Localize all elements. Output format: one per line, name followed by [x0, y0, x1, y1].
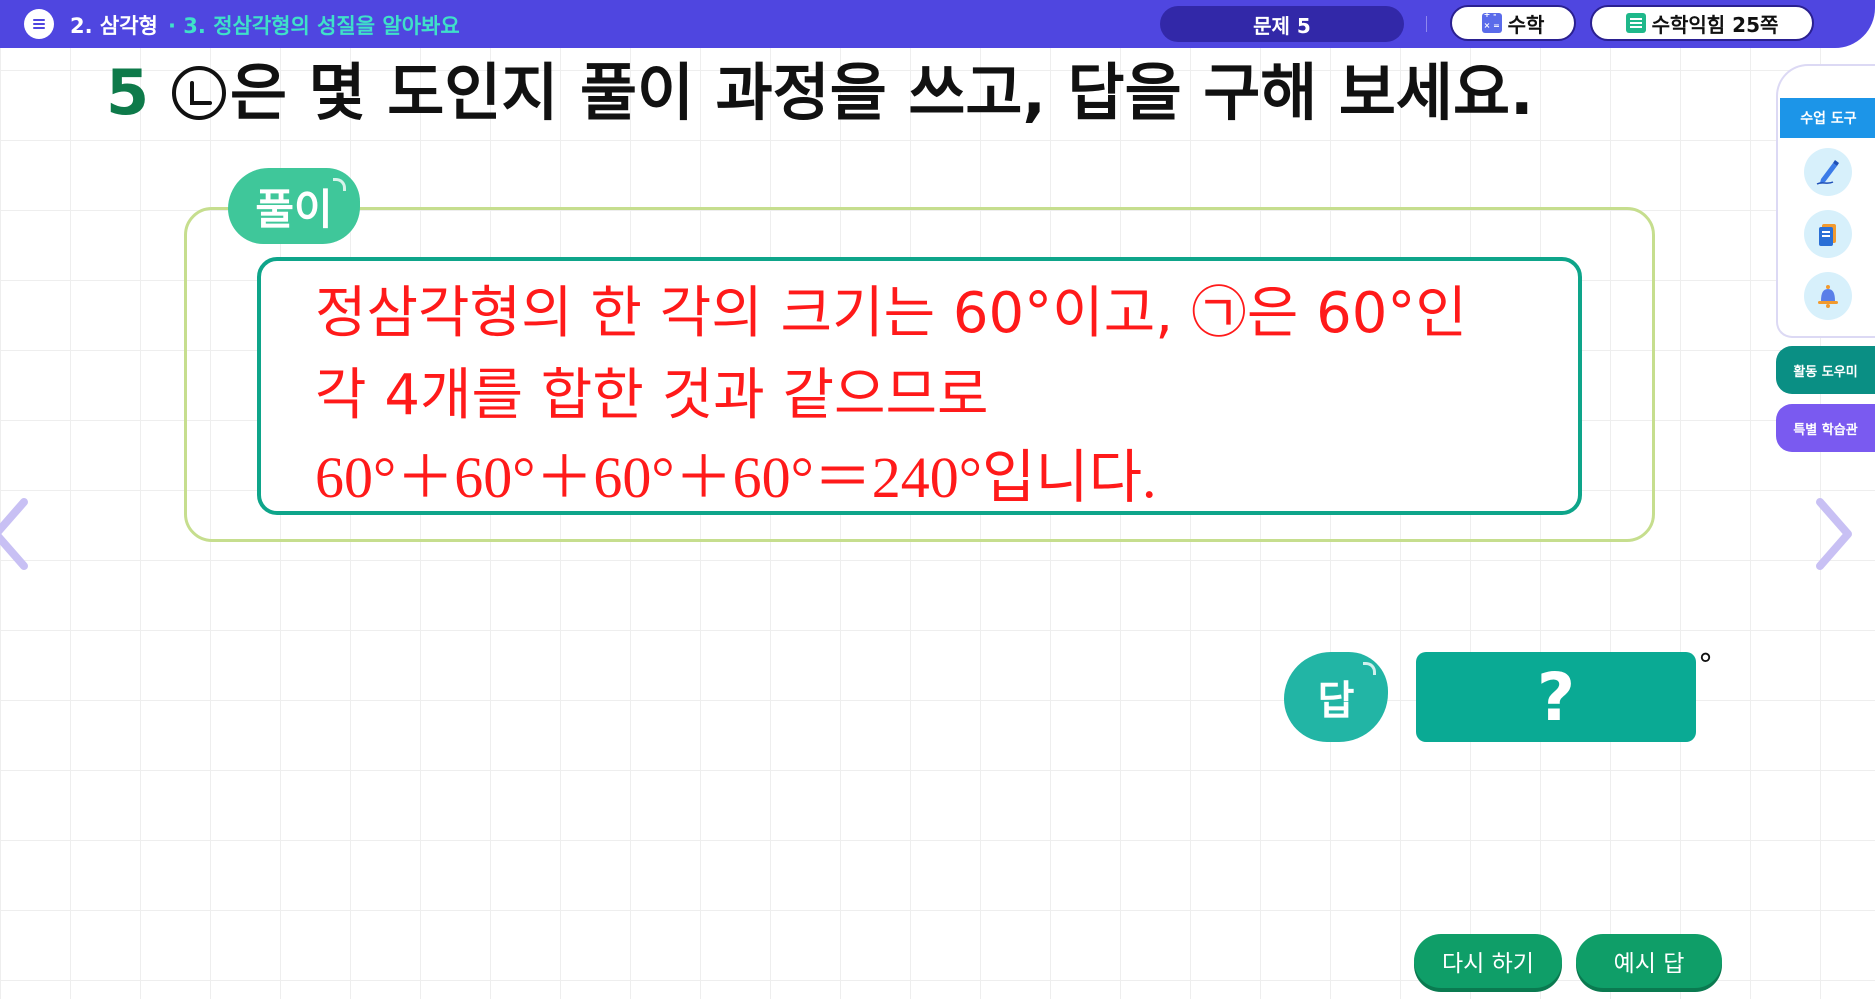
subject-button[interactable]: 수학: [1450, 5, 1576, 41]
solution-box[interactable]: 정삼각형의 한 각의 크기는 60°이고, ㉠은 60°인 각 4개를 합한 것…: [257, 257, 1582, 515]
menu-icon: [33, 19, 45, 29]
pen-tool-button[interactable]: [1804, 148, 1852, 196]
breadcrumb-lesson: · 3. 정삼각형의 성질을 알아봐요: [168, 14, 460, 38]
solution-line-2: 각 4개를 합한 것과 같으므로: [315, 363, 989, 428]
solution-badge: 풀이: [228, 168, 360, 244]
solution-line-3: 60°＋60°＋60°＋60°＝240°입니다.: [315, 445, 1157, 510]
special-lab-tab[interactable]: 특별 학습관: [1776, 404, 1875, 452]
pen-icon: [1816, 160, 1839, 185]
answer-input[interactable]: ?: [1416, 652, 1696, 742]
circled-letter-nieun: [172, 66, 226, 120]
workbook-label: 수학익힘 25쪽: [1651, 12, 1779, 37]
subject-label: 수학: [1507, 12, 1545, 37]
class-tools-title: 수업 도구: [1780, 98, 1875, 138]
bell-tool-button[interactable]: [1804, 272, 1852, 320]
breadcrumb-unit: 2. 삼각형: [70, 14, 158, 38]
chevron-right-icon: [1816, 498, 1852, 570]
prev-page-button[interactable]: [0, 496, 34, 572]
book-icon: [1819, 224, 1836, 246]
menu-button[interactable]: [24, 9, 54, 39]
divider: [1426, 16, 1427, 32]
notebook-icon: [1625, 13, 1646, 33]
top-bar: 2. 삼각형 · 3. 정삼각형의 성질을 알아봐요 문제 5 수학 수학익힘 …: [0, 0, 1875, 48]
solution-line-1: 정삼각형의 한 각의 크기는 60°이고, ㉠은 60°인: [315, 281, 1467, 346]
answer-unit: °: [1698, 648, 1713, 683]
question-number: 5: [106, 56, 150, 129]
calculator-icon: [1481, 10, 1502, 33]
workbook-button[interactable]: 수학익힘 25쪽: [1590, 5, 1814, 41]
nieun-glyph: [190, 81, 212, 105]
chevron-left-icon: [0, 498, 28, 570]
retry-button[interactable]: 다시 하기: [1414, 934, 1562, 988]
example-answer-button[interactable]: 예시 답: [1576, 934, 1722, 988]
problem-indicator: 문제 5: [1160, 6, 1404, 42]
activity-helper-tab[interactable]: 활동 도우미: [1776, 346, 1875, 394]
book-tool-button[interactable]: [1804, 210, 1852, 258]
question-text: 은 몇 도인지 풀이 과정을 쓰고, 답을 구해 보세요.: [230, 56, 1534, 129]
class-tools-panel: 수업 도구: [1776, 64, 1875, 338]
next-page-button[interactable]: [1810, 496, 1858, 572]
bell-icon: [1818, 285, 1838, 308]
answer-badge: 답: [1284, 652, 1388, 742]
